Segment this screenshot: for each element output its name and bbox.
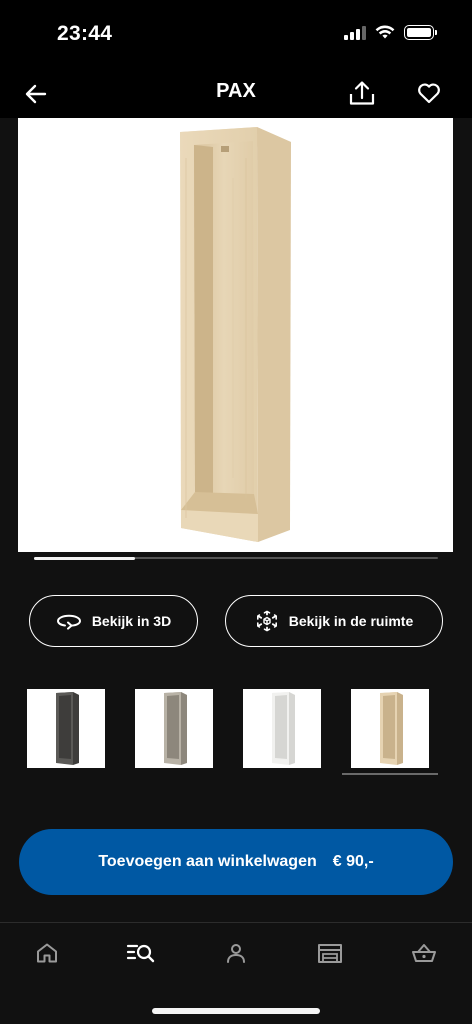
carousel-progress-fill [34,556,135,560]
favorite-button[interactable] [412,76,446,110]
add-to-cart-button[interactable]: Toevoegen aan winkelwagen € 90,- [19,829,453,895]
home-indicator [152,1008,320,1014]
cellular-signal-icon [344,25,366,40]
wardrobe-frame-image [180,127,291,542]
variant-thumbnail-grey-beige[interactable] [135,689,213,768]
carousel-progress [34,556,438,560]
profile-icon [227,944,245,963]
variant-thumbnail-white-stained-oak[interactable] [351,689,429,768]
home-icon [37,943,57,963]
battery-icon [404,25,437,40]
product-image[interactable] [18,118,453,552]
wardrobe-thumbnail-image [380,692,403,765]
variant-thumbnail-dark-grey[interactable] [27,689,105,768]
view-in-room-button[interactable]: Bekijk in de ruimte [225,595,443,647]
page-title: PAX [216,80,256,102]
tab-profile[interactable] [212,937,260,969]
status-icons [344,25,437,40]
view-3d-button[interactable]: Bekijk in 3D [29,595,198,647]
tab-basket[interactable] [400,937,448,969]
ar-cube-icon [256,610,277,632]
basket-icon [412,944,436,962]
tab-home[interactable] [23,937,71,969]
wifi-icon [375,25,395,39]
search-icon [126,944,155,963]
status-bar: 23:44 [0,0,472,70]
tab-store[interactable] [306,937,354,969]
view-3d-label: Bekijk in 3D [91,613,172,629]
selected-variant-indicator [342,773,438,775]
wardrobe-thumbnail-image [164,692,187,765]
wardrobe-thumbnail-image [56,692,79,765]
variant-thumbnails [0,689,472,769]
share-icon [349,81,375,105]
rotate-3d-icon [56,614,81,630]
price-label: € 90,- [332,853,374,870]
nav-bar: PAX [0,70,472,118]
view-in-room-label: Bekijk in de ruimte [288,613,414,629]
heart-icon [418,83,440,104]
wardrobe-thumbnail-image [272,692,295,765]
add-to-cart-label: Toevoegen aan winkelwagen [98,853,317,870]
share-button[interactable] [345,76,379,110]
tab-search[interactable] [117,937,165,969]
status-time: 23:44 [57,22,113,45]
variant-thumbnail-white[interactable] [243,689,321,768]
store-icon [318,944,342,963]
